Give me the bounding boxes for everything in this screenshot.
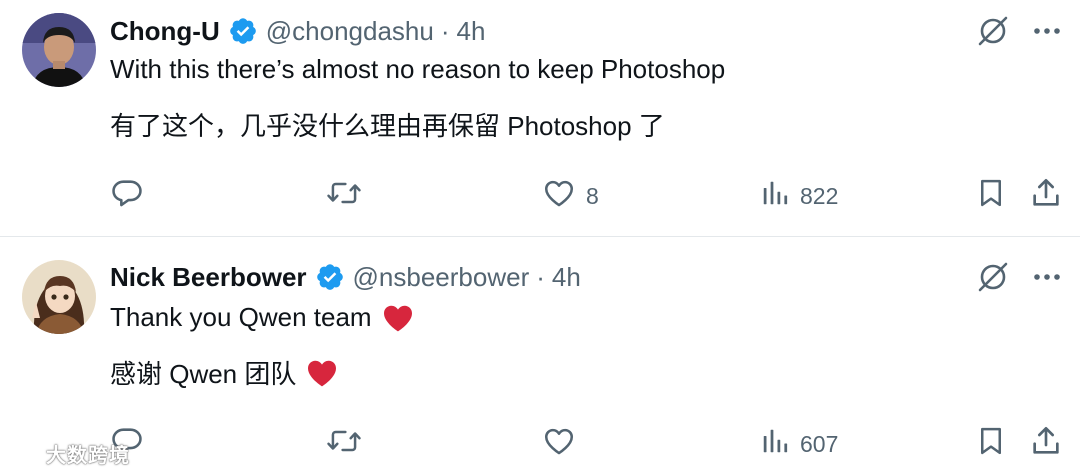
tweet-action-bar: 8 822 bbox=[0, 178, 1080, 214]
like-icon bbox=[542, 424, 576, 464]
dot-separator: · bbox=[536, 261, 545, 292]
watermark-logo-icon bbox=[12, 442, 42, 464]
verified-badge-icon bbox=[315, 262, 345, 292]
author-name[interactable]: Nick Beerbower bbox=[110, 262, 307, 293]
tweet-text-chinese: 有了这个，几乎没什么理由再保留 Photoshop 了 bbox=[110, 111, 665, 141]
more-icon[interactable] bbox=[1032, 16, 1062, 46]
verified-badge-icon bbox=[228, 16, 258, 46]
tweet-text-english: Thank you Qwen team bbox=[110, 302, 414, 333]
share-icon bbox=[1030, 425, 1062, 463]
share-button[interactable] bbox=[1030, 178, 1062, 214]
timestamp[interactable]: 4h bbox=[457, 16, 486, 47]
bookmark-button[interactable] bbox=[976, 178, 1006, 214]
tweet-text-english: With this there’s almost no reason to ke… bbox=[110, 54, 726, 84]
views-count: 822 bbox=[800, 182, 839, 209]
like-count: 8 bbox=[586, 182, 599, 209]
avatar[interactable] bbox=[22, 260, 96, 334]
dot-separator: · bbox=[440, 15, 450, 46]
retweet-icon bbox=[326, 176, 362, 216]
views-icon bbox=[760, 178, 790, 214]
author-handle[interactable]: @chongdashu bbox=[266, 16, 434, 47]
watermark: 大数跨境 bbox=[12, 438, 130, 468]
bookmark-button[interactable] bbox=[976, 426, 1006, 462]
reply-button[interactable] bbox=[110, 178, 154, 214]
like-button[interactable]: 8 bbox=[542, 178, 599, 214]
red-heart-emoji-icon bbox=[382, 303, 414, 333]
grok-icon[interactable] bbox=[976, 260, 1010, 294]
grok-icon[interactable] bbox=[976, 14, 1010, 48]
views-count: 607 bbox=[800, 430, 839, 457]
tweet-text-chinese-content: 感谢 Qwen 团队 bbox=[110, 359, 297, 389]
author-handle[interactable]: @nsbeerbower bbox=[353, 262, 530, 293]
retweet-icon bbox=[326, 424, 362, 464]
tweet[interactable]: Nick Beerbower @nsbeerbower · 4h Thank y… bbox=[0, 238, 1080, 473]
bookmark-icon bbox=[976, 177, 1006, 215]
reply-icon bbox=[110, 176, 144, 216]
tweet-top-actions bbox=[976, 260, 1062, 294]
tweet-action-bar: 607 bbox=[0, 426, 1080, 462]
red-heart-emoji-icon bbox=[306, 358, 338, 388]
bookmark-icon bbox=[976, 425, 1006, 463]
timestamp[interactable]: 4h bbox=[552, 262, 581, 293]
more-icon[interactable] bbox=[1032, 262, 1062, 292]
tweet[interactable]: Chong-U @chongdashu · 4h With this there bbox=[0, 0, 1080, 236]
retweet-button[interactable] bbox=[326, 178, 372, 214]
share-icon bbox=[1030, 177, 1062, 215]
author-name[interactable]: Chong-U bbox=[110, 16, 220, 47]
tweet-text-chinese: 感谢 Qwen 团队 bbox=[110, 354, 338, 391]
like-button[interactable] bbox=[542, 426, 586, 462]
views-icon bbox=[760, 426, 790, 462]
tweet-divider bbox=[0, 236, 1080, 237]
like-icon bbox=[542, 176, 576, 216]
share-button[interactable] bbox=[1030, 426, 1062, 462]
views-button[interactable]: 822 bbox=[760, 178, 838, 214]
tweet-top-actions bbox=[976, 14, 1062, 48]
views-button[interactable]: 607 bbox=[760, 426, 838, 462]
tweet-header: Chong-U @chongdashu · 4h bbox=[110, 14, 485, 48]
watermark-text: 大数跨境 bbox=[46, 444, 130, 467]
retweet-button[interactable] bbox=[326, 426, 372, 462]
tweet-text-english-content: Thank you Qwen team bbox=[110, 302, 372, 332]
avatar[interactable] bbox=[22, 13, 96, 87]
tweet-header: Nick Beerbower @nsbeerbower · 4h bbox=[110, 260, 581, 294]
